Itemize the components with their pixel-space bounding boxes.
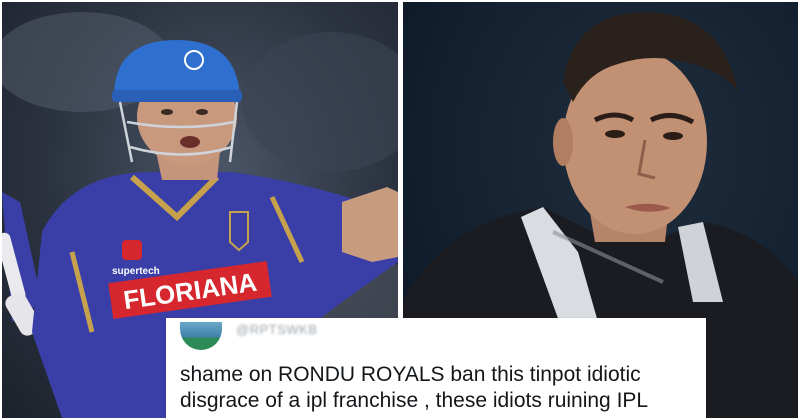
tweet-handle-blurred: @RPTSWKB xyxy=(236,322,318,337)
tweet-line-1: shame on RONDU ROYALS ban this tinpot id… xyxy=(180,363,641,386)
avatar xyxy=(180,322,222,350)
tweet-card: @RPTSWKB shame on RONDU ROYALS ban this … xyxy=(166,318,706,420)
tweet-line-2: disgrace of a ipl franchise , these idio… xyxy=(180,389,649,412)
chest-logo-text: supertech xyxy=(112,266,160,277)
tweet-text: shame on RONDU ROYALS ban this tinpot id… xyxy=(180,362,700,414)
